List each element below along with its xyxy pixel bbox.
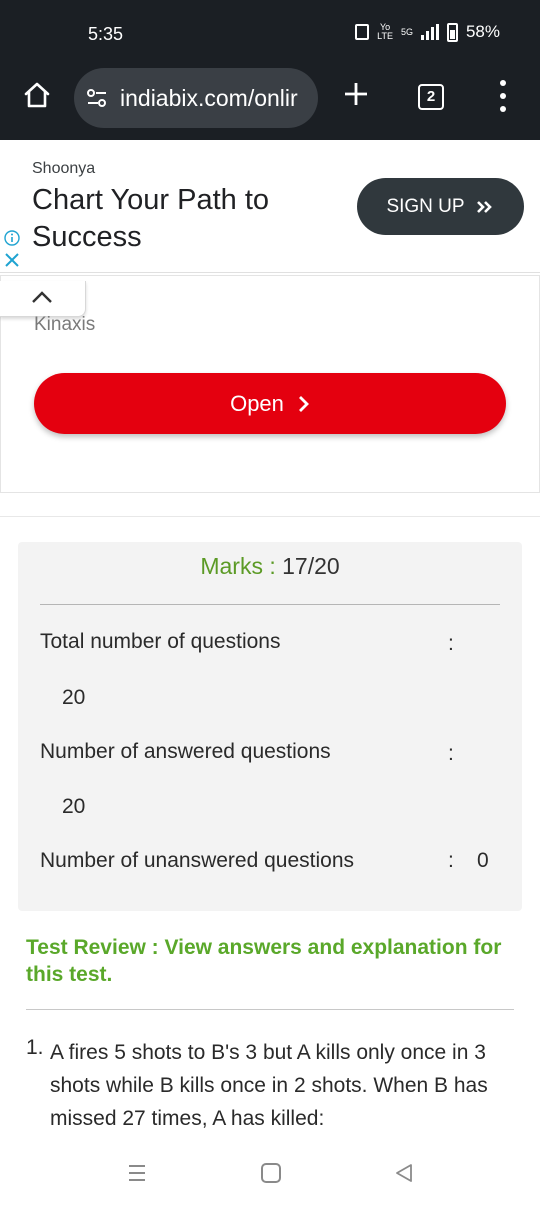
tune-icon[interactable] [86,87,108,109]
battery-icon [446,22,458,42]
open-button[interactable]: Open [34,373,506,434]
url-text: indiabix.com/onlir [120,84,298,111]
ad-info-icon[interactable] [4,230,20,246]
marks-heading: Marks : 17/20 [0,553,540,580]
home-nav-icon[interactable] [261,1163,281,1183]
signal-icon [420,24,439,40]
chevron-right-icon [298,395,309,412]
total-questions-colon: : [448,632,454,655]
marks-value: 17/20 [282,553,340,579]
marks-label: Marks : [200,553,276,579]
double-chevron-icon [476,200,492,213]
new-tab-icon[interactable] [342,80,370,108]
status-icons: Yo LTE 5G 58% [355,22,500,42]
menu-icon[interactable] [498,80,508,112]
answered-questions-label: Number of answered questions [40,740,331,763]
unanswered-questions-colon: : [448,849,454,872]
network-indicator: 5G [400,26,413,37]
battery-percent: 58% [465,22,500,41]
volte-indicator: Yo LTE [377,22,393,41]
status-bar: 5:35 Yo LTE 5G 58% [0,0,540,62]
question-number: 1. [26,1036,44,1059]
chevron-up-icon [32,291,52,303]
recent-apps-icon[interactable] [127,1163,147,1183]
ad-brand: Shoonya [32,160,96,177]
ad-close-icon[interactable] [4,252,20,268]
back-icon[interactable] [394,1162,414,1184]
sign-up-button[interactable]: SIGN UP [357,178,524,235]
vibrate-icon [355,24,370,40]
question-text: A fires 5 shots to B's 3 but A kills onl… [50,1041,488,1130]
unanswered-questions-value: 0 [477,849,489,872]
ad-banner[interactable]: Shoonya Chart Your Path to Success SIGN … [0,140,540,273]
open-label: Open [230,390,284,416]
browser-toolbar: indiabix.com/onlir 2 [0,62,540,140]
sign-up-label: SIGN UP [386,195,465,217]
unanswered-questions-label: Number of unanswered questions [40,849,355,872]
address-bar[interactable]: indiabix.com/onlir [74,68,318,128]
divider [40,604,500,605]
total-questions-label: Total number of questions [40,630,281,653]
home-icon[interactable] [22,80,52,110]
collapse-ad-button[interactable] [0,281,86,317]
answered-questions-colon: : [448,742,454,765]
total-questions-value: 20 [62,686,86,709]
status-time: 5:35 [88,24,124,44]
test-review-link[interactable]: Test Review : View answers and explanati… [26,934,516,988]
answered-questions-value: 20 [62,795,86,818]
system-nav-bar [0,1140,540,1206]
ad-headline: Chart Your Path to Success [32,184,269,253]
ad-panel-brand: Kinaxis [34,314,96,335]
divider [26,1009,514,1010]
tabs-button[interactable]: 2 [418,84,444,110]
